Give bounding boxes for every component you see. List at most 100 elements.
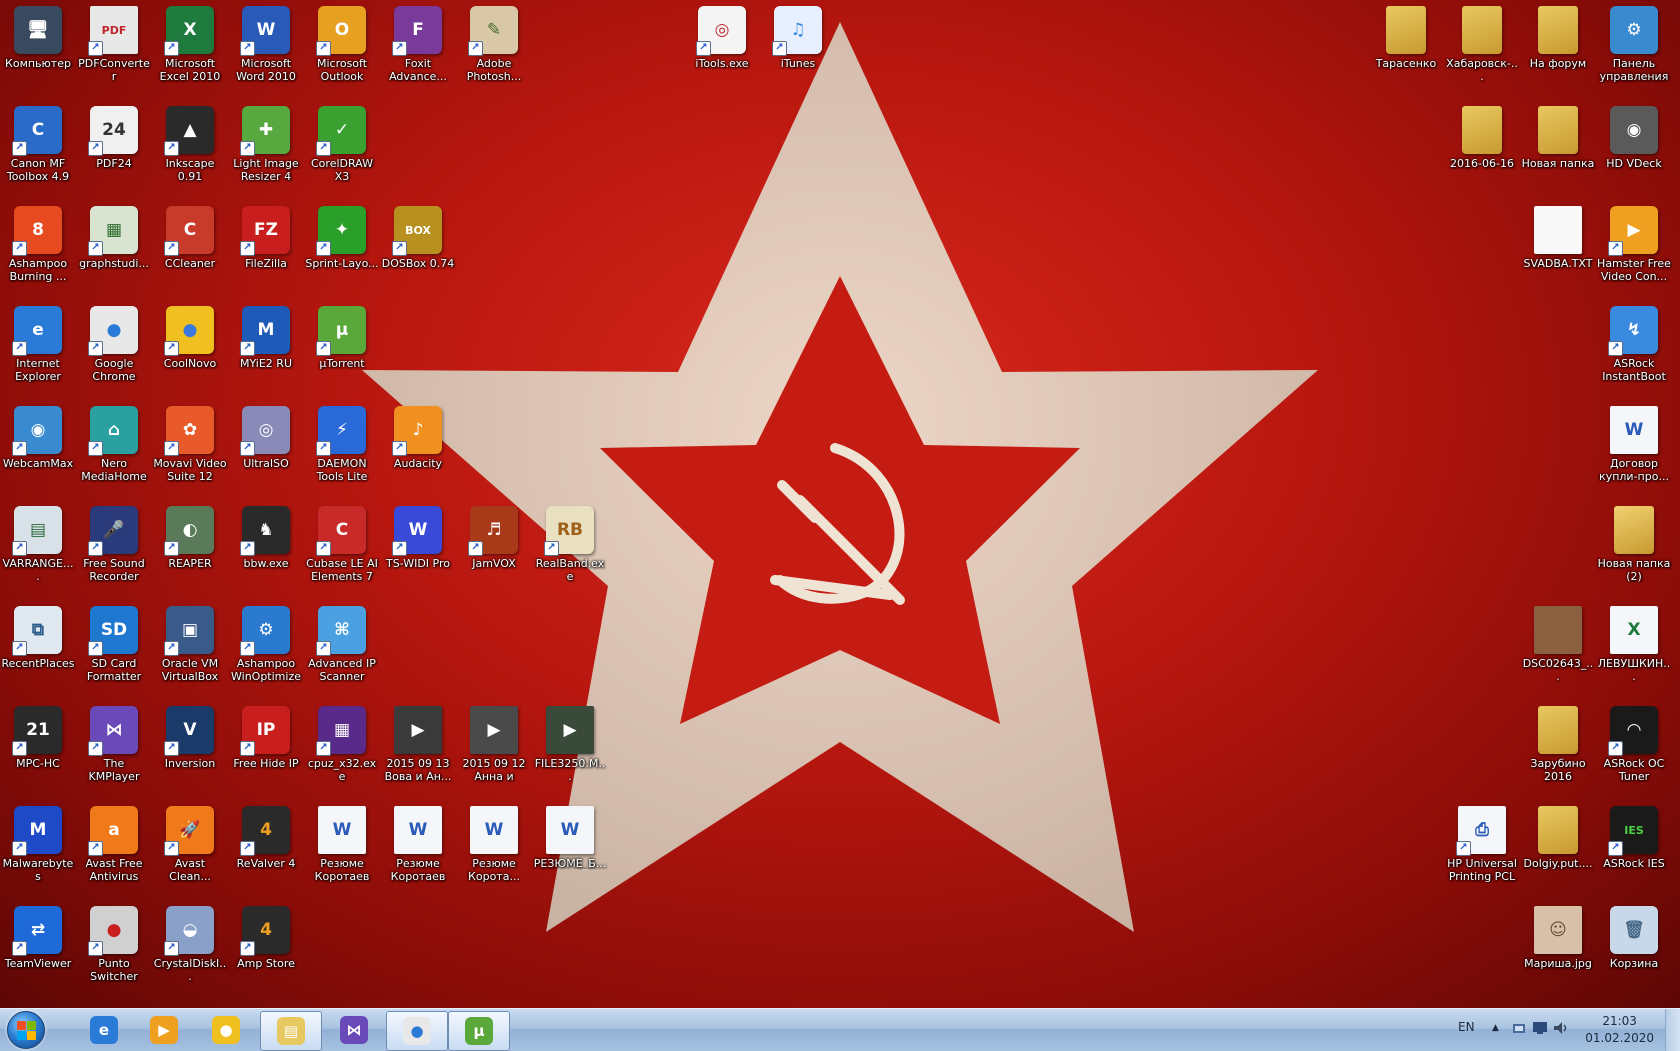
- desktop-icon-itools-exe[interactable]: ◎ ↗ iTools.exe: [684, 6, 760, 70]
- desktop-icon-inkscape-0-91[interactable]: ▲ ↗ Inkscape 0.91: [152, 106, 228, 183]
- desktop-icon-google-chrome[interactable]: ● ↗ Google Chrome: [76, 306, 152, 383]
- desktop-icon-2016-06-16[interactable]: 2016-06-16: [1444, 106, 1520, 170]
- desktop-icon-myie2-ru[interactable]: M ↗ MYiE2 RU: [228, 306, 304, 370]
- desktop-icon-компьютер[interactable]: 🖥 Компьютер: [0, 6, 76, 70]
- desktop-icon-recentplaces[interactable]: ⧉ ↗ RecentPlaces: [0, 606, 76, 670]
- network-icon[interactable]: [1512, 1020, 1528, 1039]
- desktop-icon-realband-exe[interactable]: RB ↗ RealBand.exe: [532, 506, 608, 583]
- desktop-icon-coreldraw-x3[interactable]: ✓ ↗ CorelDRAW X3: [304, 106, 380, 183]
- desktop-icon-bbw-exe[interactable]: ♞ ↗ bbw.exe: [228, 506, 304, 570]
- desktop-icon-резюме-коротаев-б[interactable]: W Резюме Коротаев Б....: [380, 806, 456, 883]
- desktop-icon-на-форум[interactable]: На форум: [1520, 6, 1596, 70]
- desktop-icon-asrock-ies[interactable]: IES ↗ ASRock IES: [1596, 806, 1672, 870]
- start-button[interactable]: [2, 1010, 50, 1050]
- desktop-icon-amp-store[interactable]: 4 ↗ Amp Store: [228, 906, 304, 970]
- desktop-icon-light-image-resizer-4[interactable]: ✚ ↗ Light Image Resizer 4: [228, 106, 304, 183]
- taskbar-coolnovo-button[interactable]: ●: [196, 1011, 256, 1049]
- volume-icon[interactable]: [1552, 1020, 1568, 1039]
- desktop-icon-dsc02643[interactable]: DSC02643_...: [1520, 606, 1596, 683]
- desktop-icon-hamster-free-video-con[interactable]: ▶ ↗ Hamster Free Video Con...: [1596, 206, 1672, 283]
- show-hidden-icons-chevron-icon[interactable]: ▲: [1492, 1023, 1499, 1033]
- desktop-icon-jamvox[interactable]: ♬ ↗ JamVOX: [456, 506, 532, 570]
- desktop-icon-varrange[interactable]: ▤ ↗ VARRANGE....: [0, 506, 76, 583]
- monitor-icon[interactable]: [1532, 1020, 1548, 1039]
- desktop-icon-adobe-photosh[interactable]: ✎ ↗ Adobe Photosh...: [456, 6, 532, 83]
- desktop-icon-microsoft-word-2010[interactable]: W ↗ Microsoft Word 2010: [228, 6, 304, 83]
- desktop-icon-резюме-корота[interactable]: W Резюме Корота...: [456, 806, 532, 883]
- desktop-icon-dolgiy-put[interactable]: Dolgiy.put....: [1520, 806, 1596, 870]
- desktop-icon-новая-папка[interactable]: Новая папка: [1520, 106, 1596, 170]
- desktop-icon-torrent[interactable]: µ ↗ µTorrent: [304, 306, 380, 370]
- desktop-icon-avast-free-antivirus[interactable]: a ↗ Avast Free Antivirus: [76, 806, 152, 883]
- taskbar-media-player-button[interactable]: ▶: [134, 1011, 194, 1049]
- desktop-icon-ashampoo-winoptimizer[interactable]: ⚙↗Ashampoo WinOptimizer: [228, 606, 304, 683]
- desktop-icon-asrock-oc-tuner[interactable]: ◠ ↗ ASRock OC Tuner: [1596, 706, 1672, 783]
- desktop-icon-free-hide-ip[interactable]: IP ↗ Free Hide IP: [228, 706, 304, 770]
- desktop-icon-dosbox-0-74[interactable]: BOX ↗ DOSBox 0.74: [380, 206, 456, 270]
- show-desktop-button[interactable]: [1665, 1009, 1680, 1051]
- desktop-icon-foxit-advance[interactable]: F ↗ Foxit Advance...: [380, 6, 456, 83]
- desktop-icon-movavi-video-suite-12[interactable]: ✿ ↗ Movavi Video Suite 12: [152, 406, 228, 483]
- desktop-icon-nero-mediahome[interactable]: ⌂ ↗ Nero MediaHome: [76, 406, 152, 483]
- desktop-icon-hd-vdeck[interactable]: ◉ HD VDeck: [1596, 106, 1672, 170]
- desktop-icon-inversion[interactable]: V ↗ Inversion: [152, 706, 228, 770]
- desktop-icon-the-kmplayer[interactable]: ⋈ ↗ The KMPlayer: [76, 706, 152, 783]
- desktop-icon-avast-clean[interactable]: 🚀 ↗ Avast Clean...: [152, 806, 228, 883]
- desktop-icon-revalver-4[interactable]: 4 ↗ ReValver 4: [228, 806, 304, 870]
- desktop-icon-advanced-ip-scanner[interactable]: ⌘ ↗ Advanced IP Scanner: [304, 606, 380, 683]
- taskbar-chrome-button[interactable]: ●: [386, 1011, 448, 1051]
- desktop-icon-reaper[interactable]: ◐ ↗ REAPER: [152, 506, 228, 570]
- desktop-icon-daemon-tools-lite[interactable]: ⚡ ↗ DAEMON Tools Lite: [304, 406, 380, 483]
- desktop-icon-ashampoo-burning[interactable]: 8 ↗ Ashampoo Burning ...: [0, 206, 76, 283]
- desktop-icon-cubase-le-ai-elements-7[interactable]: C ↗ Cubase LE AI Elements 7: [304, 506, 380, 583]
- desktop-icon-punto-switcher[interactable]: ● ↗ Punto Switcher: [76, 906, 152, 983]
- desktop-icon-договор-купли-про[interactable]: W Договор купли-про...: [1596, 406, 1672, 483]
- desktop-icon-audacity[interactable]: ♪ ↗ Audacity: [380, 406, 456, 470]
- taskbar-utorrent-button[interactable]: µ: [448, 1011, 510, 1051]
- desktop-icon-pdfconverter[interactable]: PDF ↗ PDFConverter: [76, 6, 152, 83]
- desktop-icon-internet-explorer[interactable]: e ↗ Internet Explorer: [0, 306, 76, 383]
- desktop-icon-мариша-jpg[interactable]: ☺ Мариша.jpg: [1520, 906, 1596, 970]
- desktop-icon-тарасенко[interactable]: Тарасенко: [1368, 6, 1444, 70]
- desktop-icon-левушкин[interactable]: X ЛЕВУШКИН...: [1596, 606, 1672, 683]
- desktop-icon-free-sound-recorder[interactable]: 🎤 ↗ Free Sound Recorder: [76, 506, 152, 583]
- desktop-icon-pdf24[interactable]: 24 ↗ PDF24: [76, 106, 152, 170]
- desktop-icon-корзина[interactable]: 🗑 Корзина: [1596, 906, 1672, 970]
- desktop-icon-резюме-коротаев-б[interactable]: W Резюме Коротаев Б....: [304, 806, 380, 883]
- desktop-icon-itunes[interactable]: ♫ ↗ iTunes: [760, 6, 836, 70]
- desktop-icon-oracle-vm-virtualbox[interactable]: ▣ ↗ Oracle VM VirtualBox: [152, 606, 228, 683]
- desktop-icon-зарубино-2016[interactable]: Зарубино 2016: [1520, 706, 1596, 783]
- desktop-icon-graphstudi[interactable]: ▦ ↗ graphstudi...: [76, 206, 152, 270]
- taskbar-internet-explorer-button[interactable]: e: [74, 1011, 134, 1049]
- taskbar-explorer-button[interactable]: ▤: [260, 1011, 322, 1051]
- desktop-icon-webcammax[interactable]: ◉ ↗ WebcamMax: [0, 406, 76, 470]
- desktop-icon-хабаровск[interactable]: Хабаровск-...: [1444, 6, 1520, 83]
- desktop-icon-coolnovo[interactable]: ● ↗ CoolNovo: [152, 306, 228, 370]
- desktop-icon-svadba-txt[interactable]: SVADBA.TXT: [1520, 206, 1596, 270]
- desktop-icon-ultraiso[interactable]: ◎ ↗ UltraISO: [228, 406, 304, 470]
- desktop-icon-canon-mf-toolbox-4-9[interactable]: C ↗ Canon MF Toolbox 4.9: [0, 106, 76, 183]
- desktop-icon-file3250-m[interactable]: ▶ FILE3250.M...: [532, 706, 608, 783]
- desktop-icon-mpc-hc[interactable]: 21 ↗ MPC-HC: [0, 706, 76, 770]
- desktop-icon-malwarebytes[interactable]: M ↗ Malwarebytes: [0, 806, 76, 883]
- clock[interactable]: 21:03 01.02.2020: [1585, 1013, 1654, 1047]
- language-indicator[interactable]: EN: [1458, 1020, 1475, 1034]
- desktop-icon-2015-09-12-анна-и-вла[interactable]: ▶ 2015 09 12 Анна и Вла...: [456, 706, 532, 783]
- desktop-icon-2015-09-13-вова-и-ан[interactable]: ▶ 2015 09 13 Вова и Ан...: [380, 706, 456, 783]
- desktop-icon-microsoft-outlook-2010[interactable]: O↗Microsoft Outlook 2010: [304, 6, 380, 83]
- desktop-icon-резюме-б[interactable]: W РЕЗЮМЕ_Б...: [532, 806, 608, 870]
- desktop-icon-cpuz-x32-exe[interactable]: ▦ ↗ cpuz_x32.exe: [304, 706, 380, 783]
- desktop-icon-filezilla[interactable]: FZ ↗ FileZilla: [228, 206, 304, 270]
- desktop-icon-sprint-layo[interactable]: ✦ ↗ Sprint-Layo...: [304, 206, 380, 270]
- desktop-icon-ccleaner[interactable]: C ↗ CCleaner: [152, 206, 228, 270]
- desktop-icon-ts-widi-pro[interactable]: W ↗ TS-WIDI Pro: [380, 506, 456, 570]
- desktop-icon-asrock-instantboot[interactable]: ↯ ↗ ASRock InstantBoot: [1596, 306, 1672, 383]
- desktop-icon-microsoft-excel-2010[interactable]: X ↗ Microsoft Excel 2010: [152, 6, 228, 83]
- desktop-icon-hp-universal-printing-pcl-5[interactable]: ⎙↗HP Universal Printing PCL 5: [1444, 806, 1520, 883]
- desktop-icon-crystaldiski[interactable]: ◒ ↗ CrystalDiskI...: [152, 906, 228, 983]
- desktop-icon-sd-card-formatter[interactable]: SD ↗ SD Card Formatter: [76, 606, 152, 683]
- desktop-icon-teamviewer[interactable]: ⇄ ↗ TeamViewer: [0, 906, 76, 970]
- taskbar-kmplayer-button[interactable]: ⋈: [324, 1011, 384, 1049]
- desktop-icon-панель-управления[interactable]: ⚙ Панель управления: [1596, 6, 1672, 83]
- desktop-icon-новая-папка-2[interactable]: Новая папка (2): [1596, 506, 1672, 583]
